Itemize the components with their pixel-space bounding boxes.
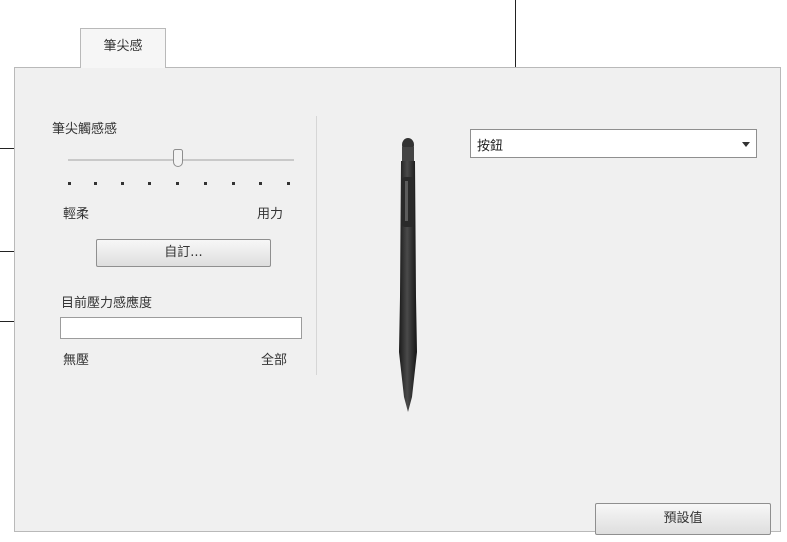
slider-tick <box>287 182 290 185</box>
customize-button[interactable]: 自訂... <box>96 239 271 267</box>
pen-illustration <box>399 138 417 412</box>
feel-slider-thumb[interactable] <box>173 149 183 167</box>
soft-label: 輕柔 <box>63 207 90 222</box>
pressure-min-label: 無壓 <box>63 353 90 368</box>
slider-tick <box>94 182 97 185</box>
pressure-meter <box>60 317 302 339</box>
slider-tick <box>204 182 207 185</box>
pen-button-dropdown[interactable]: 按鈕 <box>470 129 757 158</box>
default-button[interactable]: 預設值 <box>595 503 771 535</box>
slider-tick <box>176 182 179 185</box>
tab-pen[interactable]: 筆尖感 <box>80 28 166 68</box>
slider-tick <box>121 182 124 185</box>
chevron-down-icon <box>742 142 750 147</box>
pressure-max-label: 全部 <box>261 353 288 368</box>
tab-label: 筆尖感 <box>103 39 143 54</box>
current-pressure-label: 目前壓力感應度 <box>61 296 153 311</box>
slider-tick <box>148 182 151 185</box>
pen-button-value: 按鈕 <box>477 139 504 154</box>
firm-label: 用力 <box>257 207 284 222</box>
slider-tick <box>232 182 235 185</box>
feel-label: 筆尖觸感感 <box>52 122 118 137</box>
slider-tick <box>259 182 262 185</box>
slider-tick <box>68 182 71 185</box>
